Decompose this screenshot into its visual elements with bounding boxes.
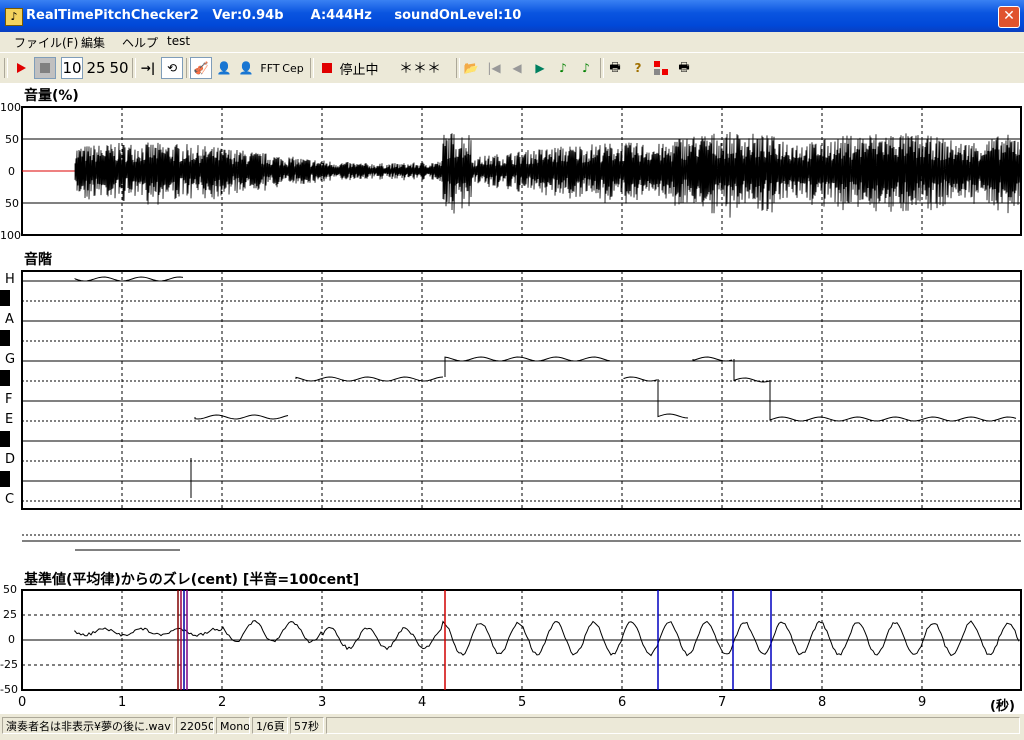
time-label-3: 3	[318, 695, 327, 710]
person-red-button[interactable]: 👤	[235, 57, 257, 79]
open-file-button[interactable]: 📂	[460, 57, 482, 79]
person-icon: 👤	[216, 61, 232, 75]
menu-test[interactable]: test	[167, 34, 190, 48]
time-label-4: 4	[418, 695, 427, 710]
note-label-d: D	[5, 452, 16, 467]
note-label-c: C	[5, 492, 15, 507]
note-display: ＊＊＊	[399, 61, 441, 77]
printer-icon: 🖶	[609, 59, 621, 74]
chart-area: 音量(%) 100 50 0 50 100 音階 H A G F E D C 基…	[0, 83, 1024, 714]
time-label-6: 6	[618, 695, 627, 710]
status-channels: Mono	[216, 717, 250, 734]
stop-red-icon	[322, 63, 332, 73]
status-samplerate: 22050	[176, 717, 214, 734]
black-key-marker	[0, 290, 10, 306]
cent-label-50: 50	[3, 583, 17, 596]
note2-icon: ♪	[582, 61, 590, 75]
jump-end-button[interactable]: →|	[137, 57, 159, 79]
time-unit-label: (秒)	[990, 699, 1015, 714]
vol-label-100-top: 100	[0, 101, 21, 114]
note-label-h: H	[5, 272, 15, 287]
speed-25-button[interactable]: 25	[85, 57, 107, 79]
status-spacer	[326, 717, 1020, 734]
time-label-1: 1	[118, 695, 127, 710]
menu-edit[interactable]: 編集	[81, 34, 105, 51]
stop-icon	[40, 63, 50, 73]
black-key-marker	[0, 471, 10, 487]
loop-button[interactable]: ⟲	[161, 57, 183, 79]
status-filename: 演奏者名は非表示¥夢の後に.wav	[2, 717, 174, 734]
window-title: RealTimePitchChecker2 Ver:0.94b A:444Hz …	[26, 8, 522, 23]
vol-label-50-top: 50	[5, 133, 19, 146]
next-icon: ▶	[535, 61, 545, 75]
print2-button[interactable]: 🖶	[673, 57, 695, 79]
toolbar: 10 25 50 →| ⟲ 🎻 👤 👤 FFT Cep 停止中 ＊＊＊ 📂 |◀…	[0, 52, 1024, 84]
note-label-e: E	[5, 412, 14, 427]
split-icon	[654, 61, 668, 75]
black-key-marker	[0, 370, 10, 386]
cent-title: 基準値(平均律)からのズレ(cent) [半音=100cent]	[24, 572, 360, 588]
black-key-marker	[0, 330, 10, 346]
stop-button[interactable]	[34, 57, 56, 79]
black-key-marker	[0, 431, 10, 447]
first-page-button[interactable]: |◀	[483, 57, 505, 79]
status-duration: 57秒	[290, 717, 324, 734]
printer2-icon: 🖶	[678, 59, 690, 74]
status-label: 停止中	[339, 62, 379, 78]
cent-label-25: 25	[3, 608, 17, 621]
prev-icon: ◀	[512, 61, 522, 75]
time-label-7: 7	[718, 695, 727, 710]
chart-svg	[0, 106, 1022, 691]
title-bar: ♪ RealTimePitchChecker2 Ver:0.94b A:444H…	[0, 0, 1024, 32]
print-button[interactable]: 🖶	[604, 57, 626, 79]
play-icon	[17, 63, 26, 73]
split-button[interactable]	[650, 57, 672, 79]
cent-label-minus25: -25	[0, 658, 18, 671]
first-icon: |◀	[487, 61, 501, 75]
menu-file[interactable]: ファイル(F)	[14, 34, 78, 51]
scale-plot-frame	[21, 270, 1022, 510]
speed-50-button[interactable]: 50	[108, 57, 130, 79]
cep-button[interactable]: Cep	[282, 57, 304, 79]
note-label-g: G	[5, 352, 16, 367]
scale-title: 音階	[24, 252, 52, 268]
status-bar: 演奏者名は非表示¥夢の後に.wav 22050 Mono 1/6頁 57秒	[0, 714, 1024, 740]
folder-icon: 📂	[463, 61, 479, 75]
cent-label-0: 0	[8, 633, 15, 646]
time-label-5: 5	[518, 695, 527, 710]
note-button[interactable]: ♪	[552, 57, 574, 79]
help-icon: ?	[634, 61, 642, 75]
person-red-icon: 👤	[238, 61, 254, 75]
close-button[interactable]: ✕	[998, 6, 1020, 28]
note-icon: ♪	[559, 61, 567, 75]
next-page-button[interactable]: ▶	[529, 57, 551, 79]
menu-bar: ファイル(F) 編集 ヘルプ test	[0, 32, 1024, 52]
status-page: 1/6頁	[252, 717, 288, 734]
time-label-9: 9	[918, 695, 927, 710]
speed-10-button[interactable]: 10	[61, 57, 83, 79]
person-black-button[interactable]: 👤	[213, 57, 235, 79]
time-label-2: 2	[218, 695, 227, 710]
help-button[interactable]: ?	[627, 57, 649, 79]
menu-help[interactable]: ヘルプ	[122, 34, 158, 51]
prev-page-button[interactable]: ◀	[506, 57, 528, 79]
app-icon: ♪	[5, 8, 23, 26]
cent-label-minus50: -50	[0, 683, 18, 696]
note2-button[interactable]: ♪	[575, 57, 597, 79]
time-label-8: 8	[818, 695, 827, 710]
note-label-f: F	[5, 392, 13, 407]
violin-button[interactable]: 🎻	[190, 57, 212, 79]
violin-icon: 🎻	[193, 61, 209, 75]
jump-end-icon: →|	[140, 61, 156, 75]
play-button[interactable]	[10, 57, 32, 79]
vol-label-0: 0	[8, 165, 15, 178]
note-label-a: A	[5, 312, 14, 327]
volume-title: 音量(%)	[24, 88, 79, 104]
record-stop-button[interactable]	[316, 57, 338, 79]
vol-label-50-bottom: 50	[5, 197, 19, 210]
vol-label-100-bottom: 100	[0, 229, 21, 242]
fft-button[interactable]: FFT	[259, 57, 281, 79]
time-label-0: 0	[18, 695, 27, 710]
loop-icon: ⟲	[166, 61, 178, 75]
